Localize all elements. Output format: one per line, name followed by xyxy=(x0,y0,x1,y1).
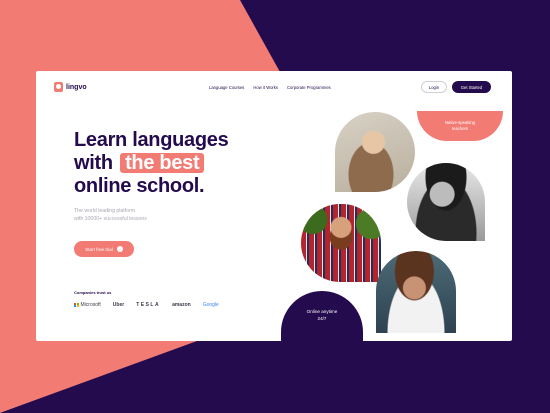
arrow-right-icon: › xyxy=(116,246,123,252)
hero-title-with: with xyxy=(74,152,113,174)
companies-label: Companies trust us xyxy=(74,290,112,295)
hero-subtitle-line-2: with 10000+ successful lessons xyxy=(74,216,147,222)
google-logo: Google xyxy=(202,302,219,308)
microsoft-logo: Microsoft xyxy=(74,302,101,308)
online-badge-line-1: Online anytime xyxy=(306,309,338,314)
teacher-photo-woman xyxy=(335,112,415,192)
get-started-button[interactable]: Get Started xyxy=(452,81,491,93)
microsoft-icon xyxy=(74,302,79,308)
hero-title-line-1: Learn languages xyxy=(74,129,229,151)
brand-logo[interactable]: lingvo xyxy=(54,82,87,92)
teacher-photo-curly-hair xyxy=(376,251,456,333)
tesla-logo: TESLA xyxy=(136,302,161,308)
amazon-logo: amazon xyxy=(172,302,191,308)
login-button[interactable]: Login xyxy=(421,81,447,93)
landing-page-card: lingvo Language Courses How it Works Cor… xyxy=(36,71,512,341)
nav-how-it-works[interactable]: How it Works xyxy=(253,85,278,90)
uber-logo: Uber xyxy=(112,302,125,308)
start-free-trial-label: Start free trial xyxy=(85,246,113,252)
hero-title-highlight: the best xyxy=(120,153,205,173)
company-logos: Microsoft Uber TESLA amazon Google xyxy=(74,302,219,308)
hero-title-line-3: online school. xyxy=(74,175,205,197)
main-nav: Language Courses How it Works Corporate … xyxy=(209,85,331,90)
start-free-trial-button[interactable]: Start free trial › xyxy=(74,241,134,257)
nav-corporate-programmes[interactable]: Corporate Programmes xyxy=(287,85,331,90)
native-badge-line-2: teachers xyxy=(451,126,469,131)
teacher-photo-bearded-man xyxy=(301,204,381,282)
teacher-photo-bw xyxy=(407,163,485,241)
microsoft-label: Microsoft xyxy=(80,302,101,308)
native-teachers-badge: Native-speaking teachers xyxy=(417,111,503,141)
online-anytime-badge: Online anytime 24/7 xyxy=(281,291,363,341)
nav-language-courses[interactable]: Language Courses xyxy=(209,85,244,90)
brand-name: lingvo xyxy=(66,83,87,91)
hero-title-line-2: with the best xyxy=(74,152,228,175)
hero-subtitle: The world leading platform with 10000+ s… xyxy=(74,207,184,223)
hero-title: Learn languages with the best online sch… xyxy=(74,129,229,198)
online-badge-line-2: 24/7 xyxy=(317,316,327,321)
chat-bubble-icon xyxy=(54,82,63,92)
hero-subtitle-line-1: The world leading platform xyxy=(74,208,136,214)
